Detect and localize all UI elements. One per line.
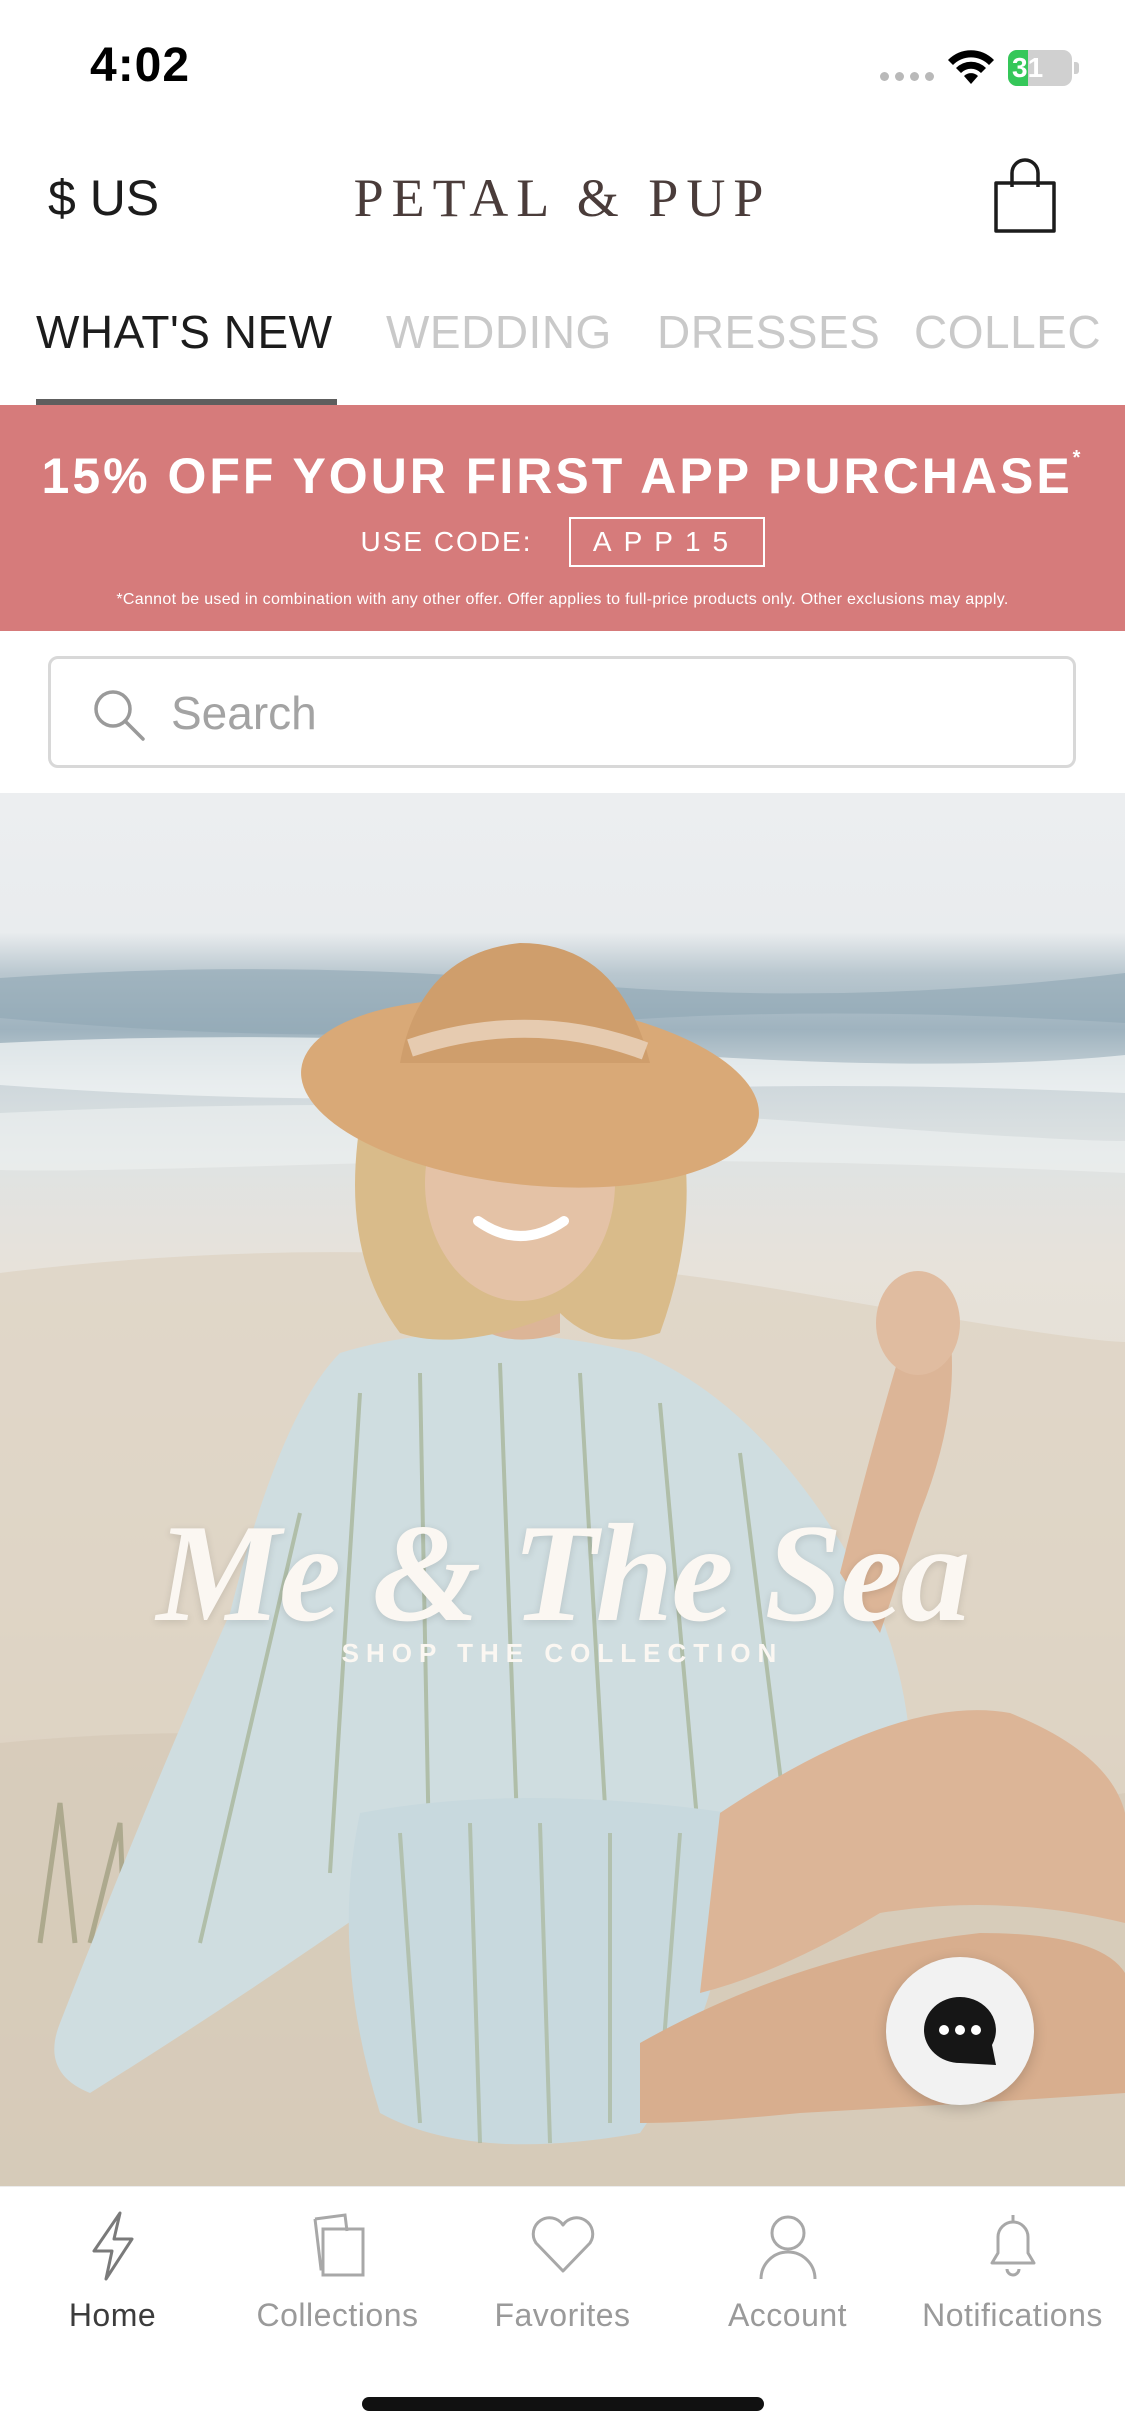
lightning-icon [92,2211,133,2281]
promo-code-row: USE CODE: APP15 [0,517,1125,567]
app-screen: 4:02 31 $ US PETAL & PUP WHAT'S NEW WEDD… [0,0,1125,2436]
promo-code[interactable]: APP15 [568,517,765,567]
nav-home[interactable]: Home [0,2209,225,2334]
tab-whats-new[interactable]: WHAT'S NEW [36,305,333,359]
battery-percentage: 31 [1012,52,1044,83]
home-indicator [362,2397,764,2411]
heart-icon [531,2216,594,2273]
promo-banner[interactable]: 15% OFF YOUR FIRST APP PURCHASE* USE COD… [0,405,1125,631]
nav-account[interactable]: Account [675,2209,900,2334]
cellular-signal-icon [880,72,934,81]
collections-icon [313,2213,364,2277]
person-icon [759,2215,816,2280]
shopping-bag-icon[interactable] [990,157,1060,235]
app-header: $ US PETAL & PUP [0,135,1125,265]
promo-asterisk: * [1072,447,1084,469]
search-icon [94,690,145,741]
bell-icon [990,2215,1035,2277]
tab-dresses[interactable]: DRESSES [657,305,880,359]
chat-button[interactable] [886,1957,1034,2105]
status-bar: 4:02 31 [0,0,1125,135]
battery-icon: 31 [1008,50,1079,86]
nav-notifications[interactable]: Notifications [900,2209,1125,2334]
search-bar[interactable] [48,656,1076,768]
nav-favorites[interactable]: Favorites [450,2209,675,2334]
nav-notifications-label: Notifications [922,2297,1103,2333]
hero-subtitle[interactable]: SHOP THE COLLECTION [0,1638,1125,1669]
status-time: 4:02 [90,39,191,92]
promo-disclaimer: *Cannot be used in combination with any … [116,591,1009,608]
wifi-icon [948,50,994,84]
nav-home-label: Home [68,2297,157,2333]
search-input[interactable] [171,681,1031,745]
category-tabs: WHAT'S NEW WEDDING DRESSES COLLEC [0,275,1125,405]
nav-collections[interactable]: Collections [225,2209,450,2334]
tab-wedding[interactable]: WEDDING [386,305,612,359]
chat-bubble-icon [924,1997,996,2065]
nav-favorites-label: Favorites [494,2297,631,2333]
promo-headline-text: 15% OFF YOUR FIRST APP PURCHASE [41,448,1073,504]
nav-collections-label: Collections [256,2297,419,2333]
promo-code-label: USE CODE: [360,526,533,557]
hero-title: Me & The Sea [156,1496,970,1651]
brand-logo[interactable]: PETAL & PUP [0,167,1125,229]
promo-headline: 15% OFF YOUR FIRST APP PURCHASE* [0,447,1125,505]
nav-account-label: Account [727,2297,848,2333]
tab-collections[interactable]: COLLEC [914,305,1101,359]
